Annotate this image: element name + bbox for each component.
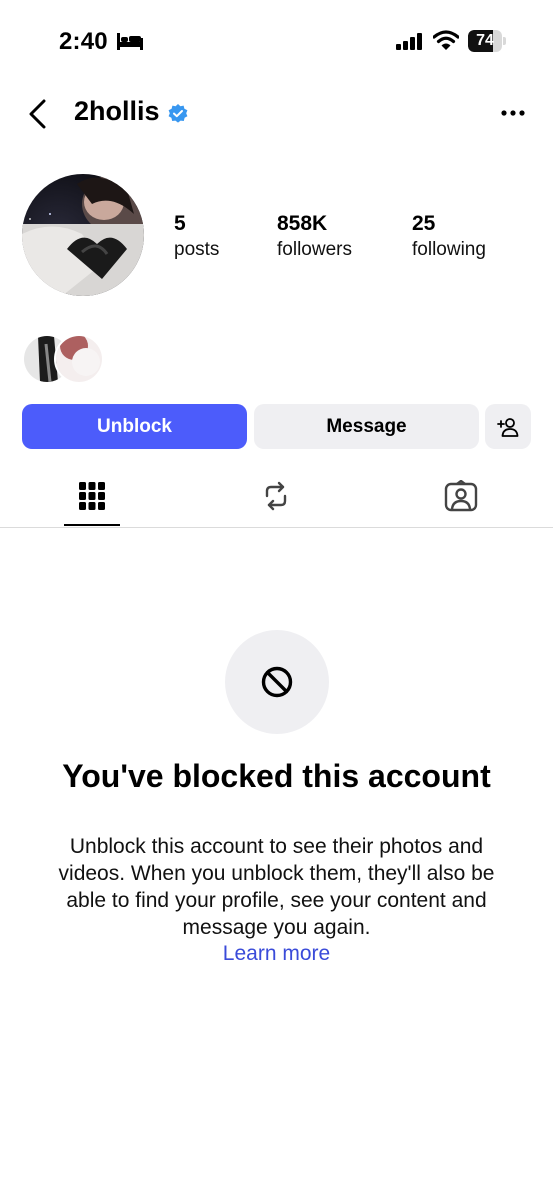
grid-icon [79,482,105,510]
mutual-followers[interactable] [22,334,104,384]
unblock-button[interactable]: Unblock [22,404,247,449]
status-time: 2:40 [59,28,108,55]
active-tab-indicator [64,524,120,526]
back-arrow-icon[interactable] [26,97,50,131]
followers-count: 858K [277,212,328,235]
wifi-icon [433,30,459,50]
tagged-icon [444,480,478,512]
add-person-icon [497,417,519,437]
signal-icon [396,33,422,50]
mutual-avatar [54,334,104,384]
tab-posts-grid[interactable] [74,476,110,516]
verified-badge-icon [168,104,188,123]
suggest-people-button[interactable] [485,404,531,449]
blocked-icon-circle [225,630,329,734]
tabs-divider [0,527,553,528]
following-label: following [412,239,486,260]
followers-label: followers [277,239,352,260]
reposts-icon [265,481,287,511]
battery-icon: 74 [468,30,508,52]
stat-followers[interactable]: 858K followers [277,212,352,261]
more-options-icon[interactable] [500,108,526,118]
posts-count: 5 [174,212,186,235]
blocked-title: You've blocked this account [62,758,491,794]
bed-icon [117,33,143,50]
tab-tagged[interactable] [443,476,479,516]
battery-percent: 74 [476,32,494,49]
profile-avatar[interactable] [22,174,144,296]
following-count: 25 [412,212,436,235]
message-button[interactable]: Message [254,404,479,449]
avatar-photo [22,174,144,296]
posts-label: posts [174,239,220,260]
learn-more-link[interactable]: Learn more [0,942,553,966]
tab-reposts[interactable] [258,476,294,516]
stat-following[interactable]: 25 following [412,212,486,261]
stat-posts: 5 posts [174,212,219,261]
blocked-description: Unblock this account to see their photos… [58,835,495,939]
profile-username: 2hollis [74,96,160,126]
blocked-icon [261,666,293,698]
